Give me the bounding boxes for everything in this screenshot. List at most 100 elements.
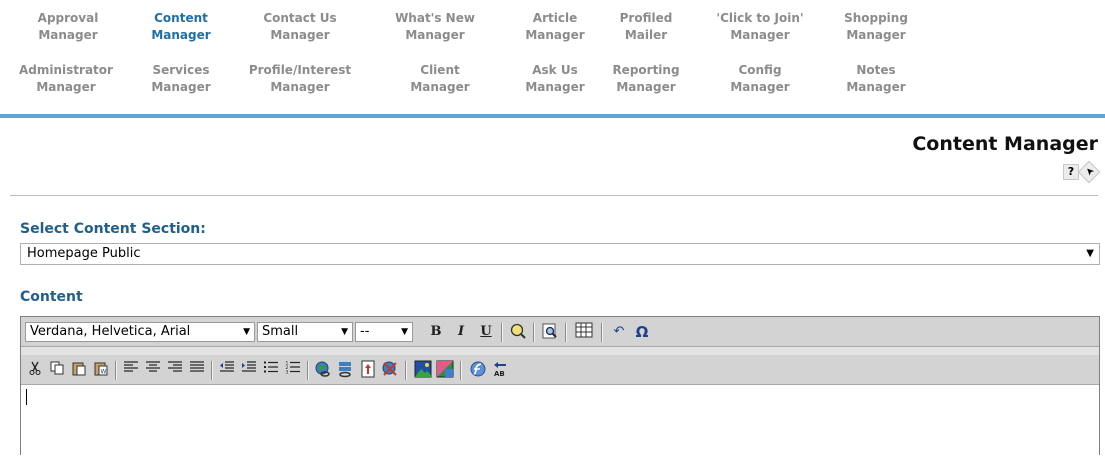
svg-text:AB: AB	[494, 370, 505, 378]
nav-label: Manager	[410, 80, 470, 94]
nav-label: Manager	[616, 80, 676, 94]
header-divider	[10, 195, 1098, 196]
nav-row-1: Approval Manager Content Manager Contact U…	[0, 10, 930, 60]
font-size-value: Small	[262, 324, 299, 339]
undo-icon[interactable]: ↶	[609, 322, 629, 342]
nav-row-2: Administrator Manager Services Manager Pro…	[0, 62, 930, 112]
spellcheck-icon[interactable]	[508, 322, 528, 342]
nav-label: Manager	[730, 28, 790, 42]
page-title: Content Manager	[912, 133, 1098, 155]
underline-button[interactable]: U	[476, 322, 496, 342]
toolbar-separator	[601, 323, 603, 342]
format-value: --	[360, 324, 370, 339]
content-label: Content	[20, 289, 83, 305]
font-size-select[interactable]: Small ▼	[257, 322, 353, 342]
font-family-select[interactable]: Verdana, Helvetica, Arial ▼	[25, 322, 255, 342]
nav-label: Manager	[405, 28, 465, 42]
paste-from-word-icon[interactable]: W	[91, 360, 111, 380]
nav-article-manager[interactable]: Article Manager	[515, 10, 595, 44]
align-left-icon[interactable]	[121, 360, 141, 380]
nav-administrator-manager[interactable]: Administrator Manager	[6, 62, 126, 96]
nav-label: Client	[420, 63, 460, 77]
font-family-value: Verdana, Helvetica, Arial	[30, 324, 191, 339]
nav-label: Manager	[846, 28, 906, 42]
nav-content-manager[interactable]: Content Manager	[141, 10, 221, 44]
nav-shopping-manager[interactable]: Shopping Manager	[831, 10, 921, 44]
toolbar-separator	[115, 361, 117, 380]
nav-notes-manager[interactable]: Notes Manager	[836, 62, 916, 96]
title-icon-group: ? ➤	[1061, 160, 1101, 184]
toolbar-separator	[533, 323, 535, 342]
cut-icon[interactable]	[25, 360, 45, 380]
bold-button[interactable]: B	[426, 322, 446, 342]
nav-approval-manager[interactable]: Approval Manager	[28, 10, 108, 44]
format-select[interactable]: -- ▼	[355, 322, 413, 342]
nav-config-manager[interactable]: Config Manager	[720, 62, 800, 96]
rich-text-editor: Verdana, Helvetica, Arial ▼ Small ▼ -- ▼…	[20, 316, 1100, 456]
nav-whats-new-manager[interactable]: What's New Manager	[390, 10, 480, 44]
toolbar-gap	[21, 347, 1099, 355]
nav-label: Manager	[151, 28, 211, 42]
nav-profile-interest-manager[interactable]: Profile/Interest Manager	[235, 62, 365, 96]
text-direction-icon[interactable]: AB	[490, 360, 510, 380]
editor-toolbar-1: Verdana, Helvetica, Arial ▼ Small ▼ -- ▼…	[21, 317, 1099, 347]
align-center-icon[interactable]	[143, 360, 163, 380]
image-manager-icon[interactable]	[435, 360, 455, 380]
nav-profiled-mailer[interactable]: Profiled Mailer	[606, 10, 686, 44]
nav-label: Services	[152, 63, 210, 77]
remove-link-icon[interactable]	[380, 360, 400, 380]
numbered-list-icon[interactable]: 123	[283, 360, 303, 380]
nav-label: Administrator	[19, 63, 113, 77]
nav-click-to-join-manager[interactable]: 'Click to Join' Manager	[705, 10, 815, 44]
italic-button[interactable]: I	[451, 322, 471, 342]
nav-client-manager[interactable]: Client Manager	[400, 62, 480, 96]
nav-label: Article	[532, 11, 578, 25]
insert-link-icon[interactable]	[313, 360, 333, 380]
insert-document-link-icon[interactable]	[335, 360, 355, 380]
pointer-icon[interactable]: ➤	[1077, 160, 1101, 184]
nav-contact-us-manager[interactable]: Contact Us Manager	[255, 10, 345, 44]
svg-text:W: W	[101, 369, 107, 376]
outdent-icon[interactable]	[217, 360, 237, 380]
special-character-icon[interactable]: Ω	[632, 322, 652, 342]
nav-label: Ask Us	[532, 63, 578, 77]
copy-icon[interactable]	[47, 360, 67, 380]
indent-icon[interactable]	[239, 360, 259, 380]
nav-services-manager[interactable]: Services Manager	[141, 62, 221, 96]
nav-label: What's New	[395, 11, 475, 25]
align-right-icon[interactable]	[165, 360, 185, 380]
nav-label: Manager	[730, 80, 790, 94]
chevron-down-icon: ▼	[243, 327, 250, 337]
paste-icon[interactable]	[69, 360, 89, 380]
nav-label: Manager	[525, 80, 585, 94]
toolbar-separator	[565, 323, 567, 342]
bullet-list-icon[interactable]	[261, 360, 281, 380]
selected-section-value: Homepage Public	[27, 246, 141, 261]
editor-content-area[interactable]	[21, 385, 1099, 456]
editor-toolbar-2: W 123 AB	[21, 355, 1099, 385]
nav-label: Profile/Interest	[248, 63, 352, 77]
nav-ask-us-manager[interactable]: Ask Us Manager	[515, 62, 595, 96]
chevron-down-icon: ▼	[341, 327, 348, 337]
help-icon[interactable]: ?	[1063, 164, 1079, 180]
find-icon[interactable]	[540, 322, 560, 342]
nav-label: Manager	[38, 28, 98, 42]
toolbar-separator	[405, 361, 407, 380]
insert-image-icon[interactable]	[413, 360, 433, 380]
table-icon[interactable]	[574, 322, 594, 342]
chevron-down-icon: ▼	[401, 327, 408, 337]
anchor-icon[interactable]	[358, 360, 378, 380]
nav-label: Manager	[36, 80, 96, 94]
toolbar-separator	[460, 361, 462, 380]
content-section-select[interactable]: Homepage Public ▼	[20, 243, 1100, 265]
justify-icon[interactable]	[187, 360, 207, 380]
nav-reporting-manager[interactable]: Reporting Manager	[601, 62, 691, 96]
nav-label: Manager	[270, 80, 330, 94]
flash-icon[interactable]	[468, 360, 488, 380]
nav-label: Content	[154, 11, 208, 25]
nav-label: Manager	[525, 28, 585, 42]
nav-label: Contact Us	[263, 11, 337, 25]
nav-label: Mailer	[624, 28, 668, 42]
nav-label: Shopping	[844, 11, 908, 25]
chevron-down-icon: ▼	[1086, 248, 1094, 259]
